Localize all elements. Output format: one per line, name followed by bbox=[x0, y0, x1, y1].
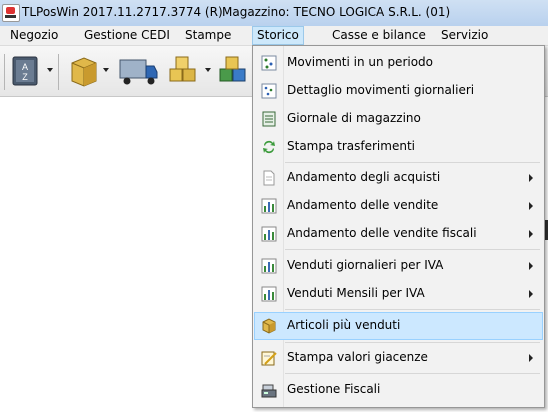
menu-separator bbox=[285, 342, 540, 343]
boxes-icon[interactable] bbox=[166, 54, 200, 88]
menu-storico[interactable]: Storico bbox=[252, 26, 304, 45]
menu-separator bbox=[285, 162, 540, 163]
magazzino-value: TECNO LOGICA S.R.L. (01) bbox=[293, 5, 451, 19]
package-icon bbox=[261, 318, 277, 334]
menu-gestione-cedi[interactable]: Gestione CEDI bbox=[80, 27, 174, 44]
svg-text:Z: Z bbox=[22, 72, 28, 82]
bar-chart-icon bbox=[261, 226, 277, 242]
menu-item-label: Andamento delle vendite fiscali bbox=[287, 226, 477, 240]
submenu-arrow-icon bbox=[529, 354, 533, 362]
colored-boxes-icon[interactable] bbox=[216, 54, 250, 88]
menu-item-venduti-mensili-iva[interactable]: Venduti Mensili per IVA bbox=[255, 281, 542, 307]
toolbar-separator bbox=[4, 54, 5, 90]
magazzino-info: Magazzino: TECNO LOGICA S.R.L. (01) bbox=[222, 5, 450, 19]
bar-chart-icon bbox=[261, 286, 277, 302]
truck-icon[interactable] bbox=[118, 54, 158, 88]
submenu-arrow-icon bbox=[529, 202, 533, 210]
menu-item-gestione-fiscali[interactable]: Gestione Fiscali bbox=[255, 377, 542, 403]
menu-item-label: Venduti giornalieri per IVA bbox=[287, 258, 444, 272]
svg-text:A: A bbox=[22, 62, 28, 72]
title-bar: TLPosWin 2017.11.2717.3774 (R) Magazzino… bbox=[0, 0, 548, 26]
cash-register-icon bbox=[261, 382, 277, 398]
menu-servizio[interactable]: Servizio bbox=[437, 27, 492, 44]
app-icon[interactable] bbox=[2, 4, 20, 22]
movements-icon bbox=[261, 55, 277, 71]
menu-separator bbox=[285, 309, 540, 310]
submenu-arrow-icon bbox=[529, 262, 533, 270]
submenu-arrow-icon bbox=[529, 230, 533, 238]
menu-bar: Negozio Gestione CEDI Stampe Storico Cas… bbox=[0, 26, 548, 46]
menu-item-stampa-trasferimenti[interactable]: Stampa trasferimenti bbox=[255, 134, 542, 160]
menu-item-label: Andamento degli acquisti bbox=[287, 170, 441, 184]
chevron-down-icon[interactable] bbox=[103, 68, 109, 72]
menu-item-label: Articoli più venduti bbox=[287, 318, 401, 332]
menu-separator bbox=[285, 249, 540, 250]
menu-item-venduti-giornalieri-iva[interactable]: Venduti giornalieri per IVA bbox=[255, 253, 542, 279]
menu-item-label: Venduti Mensili per IVA bbox=[287, 286, 425, 300]
menu-item-dettaglio-movimenti[interactable]: Dettaglio movimenti giornalieri bbox=[255, 78, 542, 104]
daily-detail-icon bbox=[261, 83, 277, 99]
package-icon[interactable] bbox=[66, 54, 100, 88]
chevron-down-icon[interactable] bbox=[47, 68, 53, 72]
bar-chart-icon bbox=[261, 198, 277, 214]
menu-separator bbox=[285, 373, 540, 374]
transfer-icon bbox=[261, 139, 277, 155]
menu-item-stampa-valori-giacenze[interactable]: Stampa valori giacenze bbox=[255, 345, 542, 371]
menu-item-label: Movimenti in un periodo bbox=[287, 55, 434, 69]
bar-chart-icon bbox=[261, 258, 277, 274]
submenu-arrow-icon bbox=[529, 174, 533, 182]
storico-dropdown-menu: Movimenti in un periodo Dettaglio movime… bbox=[252, 45, 545, 408]
menu-casse-bilance[interactable]: Casse e bilance bbox=[328, 27, 430, 44]
menu-item-label: Stampa trasferimenti bbox=[287, 139, 415, 153]
menu-negozio[interactable]: Negozio bbox=[6, 27, 62, 44]
menu-item-andamento-vendite[interactable]: Andamento delle vendite bbox=[255, 193, 542, 219]
menu-item-giornale-magazzino[interactable]: Giornale di magazzino bbox=[255, 106, 542, 132]
menu-item-articoli-piu-venduti[interactable]: Articoli più venduti bbox=[254, 312, 543, 340]
menu-stampe[interactable]: Stampe bbox=[181, 27, 235, 44]
menu-item-andamento-vendite-fiscali[interactable]: Andamento delle vendite fiscali bbox=[255, 221, 542, 247]
menu-item-andamento-acquisti[interactable]: Andamento degli acquisti bbox=[255, 165, 542, 191]
stock-values-icon bbox=[261, 350, 277, 366]
journal-icon bbox=[261, 111, 277, 127]
menu-item-label: Gestione Fiscali bbox=[287, 382, 381, 396]
toolbar-separator bbox=[58, 54, 59, 90]
menu-item-movimenti-periodo[interactable]: Movimenti in un periodo bbox=[255, 50, 542, 76]
sort-az-icon[interactable]: A Z bbox=[10, 54, 44, 88]
document-icon bbox=[261, 170, 277, 186]
menu-item-label: Stampa valori giacenze bbox=[287, 350, 428, 364]
submenu-arrow-icon bbox=[529, 290, 533, 298]
menu-item-label: Dettaglio movimenti giornalieri bbox=[287, 83, 475, 97]
chevron-down-icon[interactable] bbox=[205, 68, 211, 72]
magazzino-label: Magazzino: bbox=[222, 5, 290, 19]
menu-item-label: Andamento delle vendite bbox=[287, 198, 439, 212]
menu-item-label: Giornale di magazzino bbox=[287, 111, 421, 125]
window-title: TLPosWin 2017.11.2717.3774 (R) bbox=[22, 5, 223, 19]
